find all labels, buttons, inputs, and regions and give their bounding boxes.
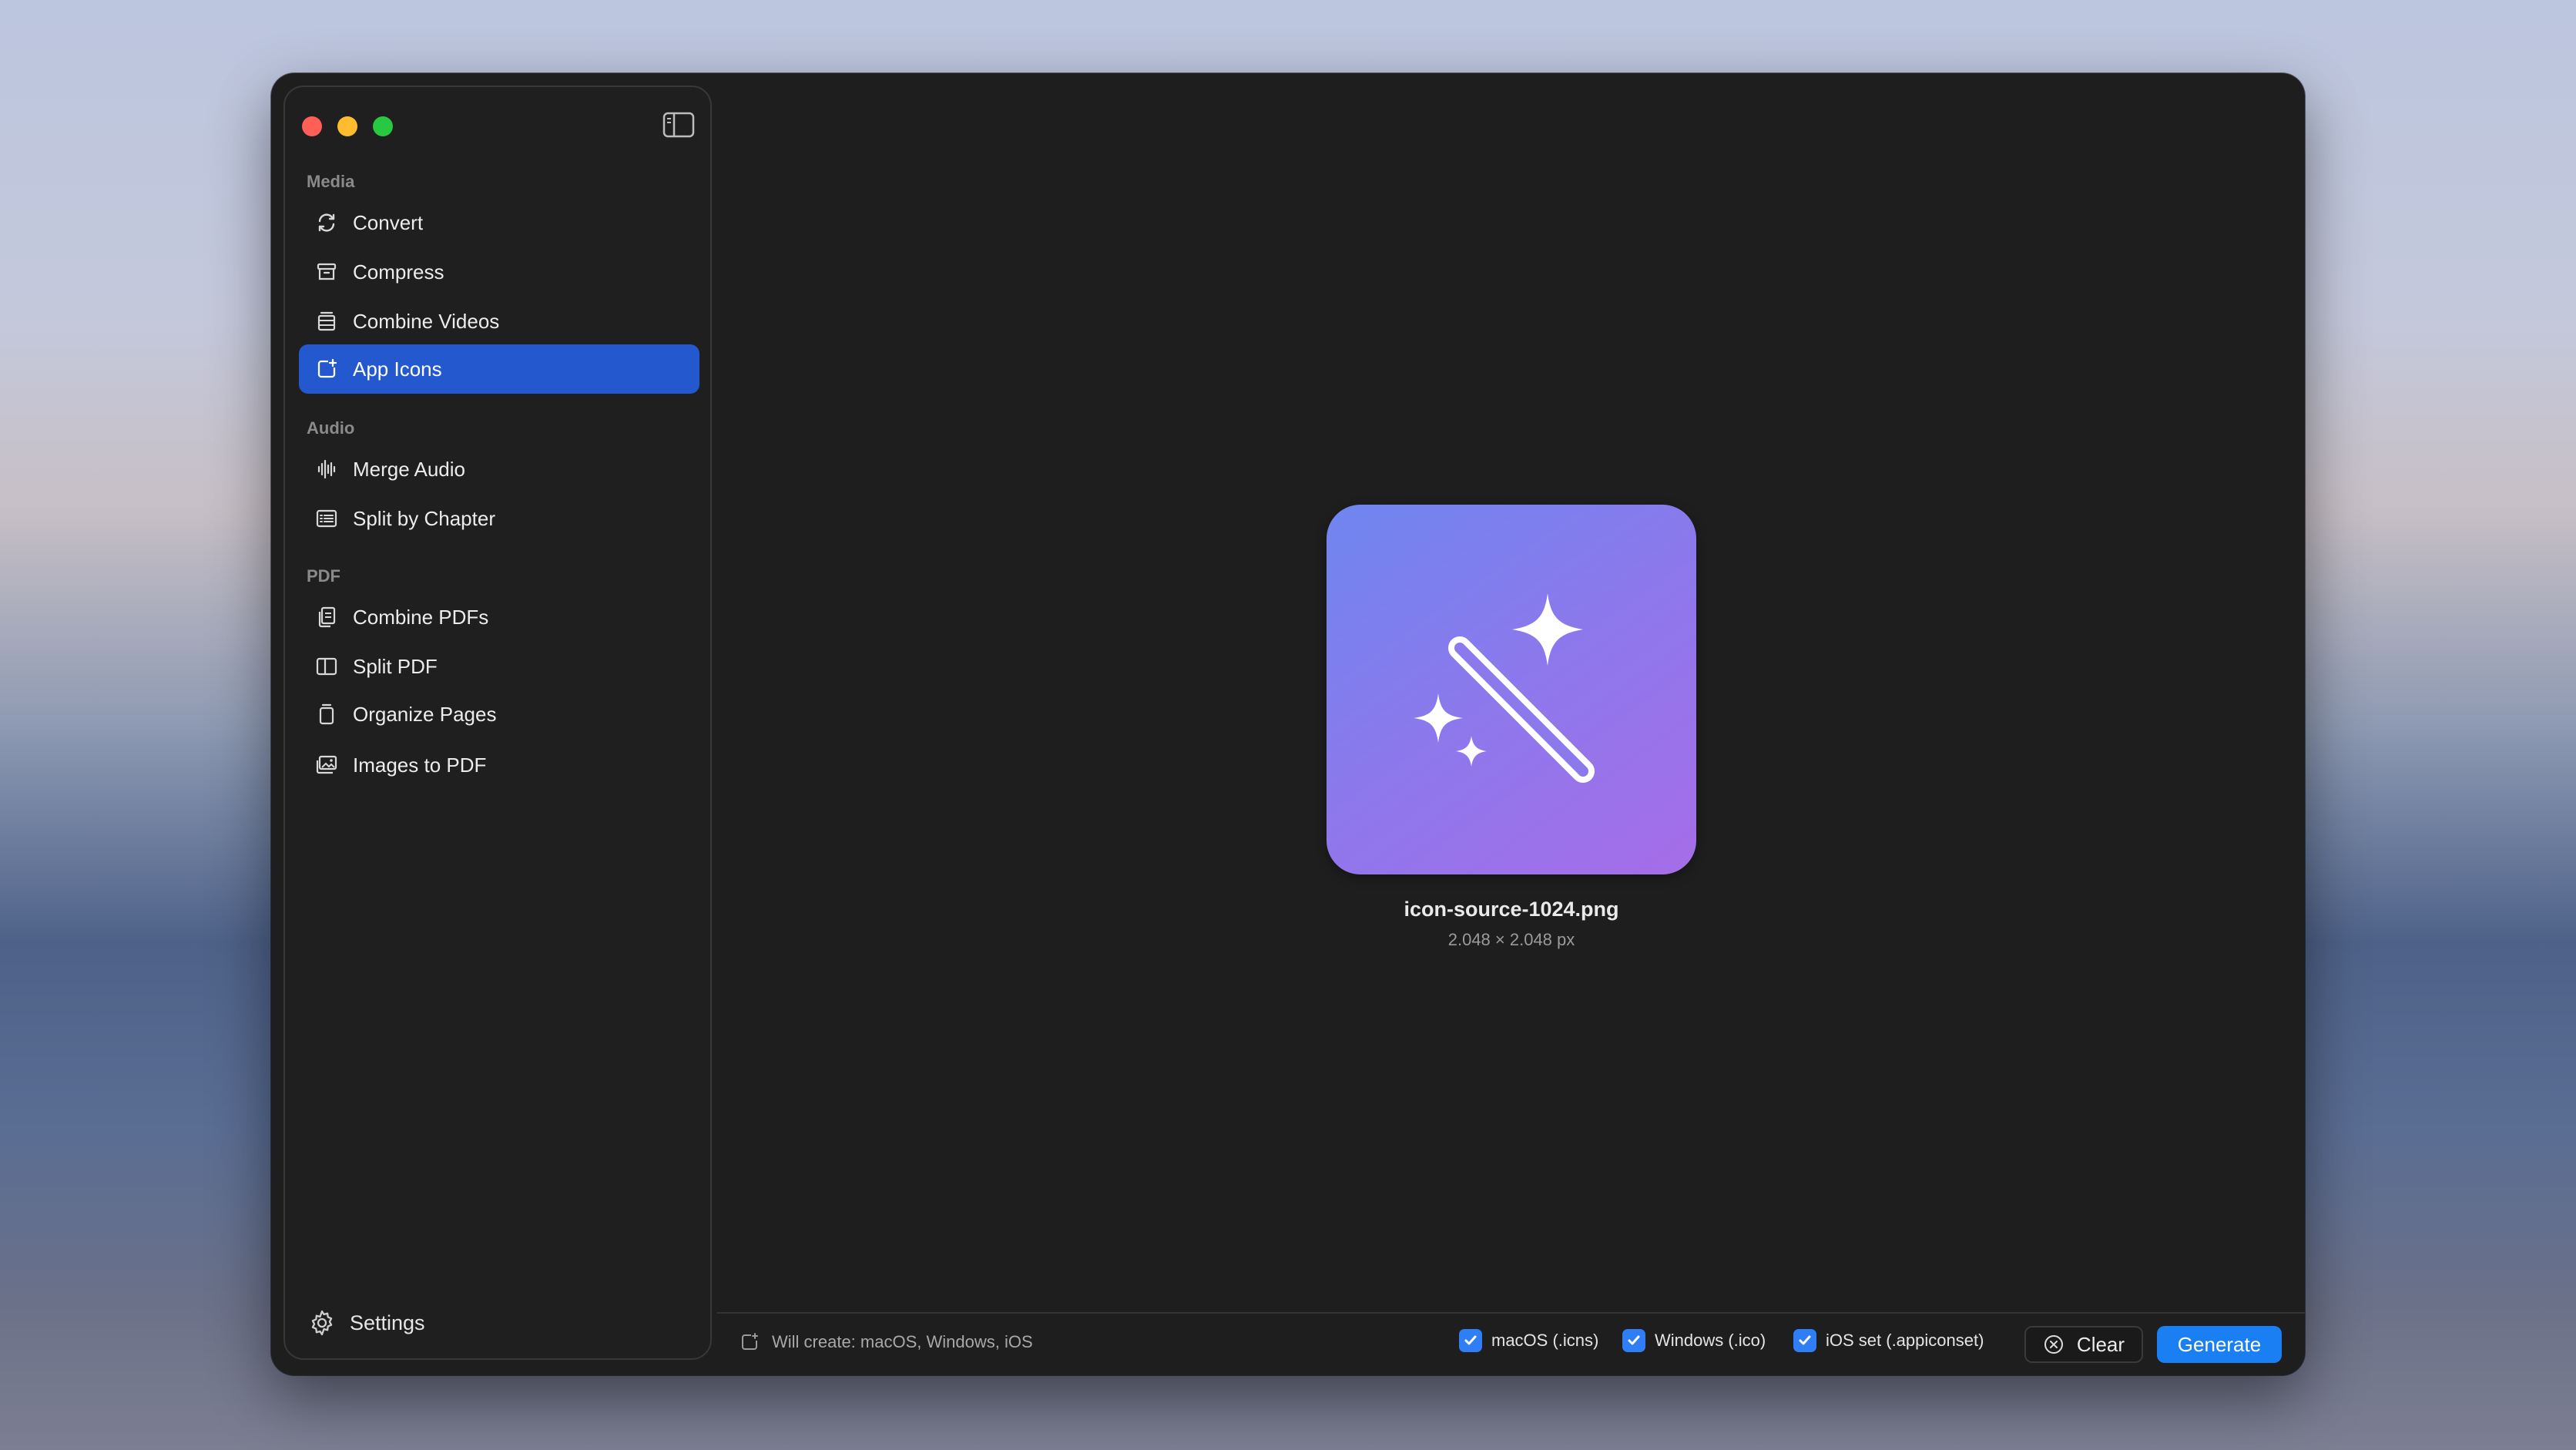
bottom-toolbar: Will create: macOS, Windows, iOS macOS (… — [716, 1312, 2305, 1375]
section-label-pdf: PDF — [307, 566, 340, 586]
gear-icon — [311, 1310, 333, 1336]
checkmark-icon — [1459, 1329, 1482, 1352]
sidebar-item-label: Combine PDFs — [353, 605, 489, 629]
sidebar-item-label: Merge Audio — [353, 457, 465, 481]
checkbox-ios[interactable]: iOS set (.appiconset) — [1793, 1329, 1984, 1352]
sidebar-item-label: Split by Chapter — [353, 506, 495, 530]
file-name: icon-source-1024.png — [1404, 898, 1619, 921]
checkbox-label: iOS set (.appiconset) — [1826, 1331, 1984, 1350]
archive-box-icon — [314, 260, 339, 284]
close-window-button[interactable] — [302, 116, 322, 136]
film-stack-icon — [314, 309, 339, 334]
app-icon-badge-icon — [314, 357, 339, 381]
section-label-media: Media — [307, 172, 355, 191]
app-window: Media Convert Compress Combine Videos Ap… — [271, 73, 2305, 1375]
generate-label: Generate — [2177, 1332, 2262, 1356]
section-label-audio: Audio — [307, 418, 355, 438]
checkbox-label: Windows (.ico) — [1655, 1331, 1766, 1350]
clear-circle-x-icon — [2044, 1335, 2063, 1354]
page-stack-icon — [314, 702, 339, 727]
clear-button[interactable]: Clear — [2024, 1326, 2143, 1363]
icon-preview-image[interactable] — [1327, 505, 1696, 874]
photos-icon — [314, 753, 339, 777]
app-icon-badge-icon — [742, 1333, 758, 1350]
sidebar-item-label: Images to PDF — [353, 753, 487, 777]
sidebar-item-split-pdf[interactable]: Split PDF — [299, 642, 699, 691]
sidebar-item-merge-audio[interactable]: Merge Audio — [299, 445, 699, 494]
chapter-list-icon — [314, 506, 339, 531]
sidebar-item-label: App Icons — [353, 357, 442, 381]
convert-icon — [314, 210, 339, 235]
will-create-text: Will create: macOS, Windows, iOS — [772, 1332, 1033, 1351]
sidebar-item-combine-pdfs[interactable]: Combine PDFs — [299, 592, 699, 642]
sidebar-item-convert[interactable]: Convert — [299, 198, 699, 247]
sidebar-item-combine-videos[interactable]: Combine Videos — [299, 297, 699, 346]
checkbox-label: macOS (.icns) — [1491, 1331, 1599, 1350]
sidebar-item-organize-pages[interactable]: Organize Pages — [299, 690, 699, 739]
generate-button[interactable]: Generate — [2157, 1326, 2282, 1363]
sidebar-toggle-icon[interactable] — [662, 112, 695, 138]
checkbox-windows[interactable]: Windows (.ico) — [1622, 1329, 1766, 1352]
sidebar-item-split-by-chapter[interactable]: Split by Chapter — [299, 494, 699, 543]
sidebar-item-app-icons[interactable]: App Icons — [299, 344, 699, 394]
checkmark-icon — [1622, 1329, 1645, 1352]
magic-wand-sparkles-icon — [1414, 593, 1595, 783]
sidebar-item-label: Organize Pages — [353, 702, 497, 726]
file-dimensions: 2.048 × 2.048 px — [1447, 930, 1575, 949]
sidebar-item-label: Compress — [353, 260, 444, 284]
sidebar-item-label: Combine Videos — [353, 309, 500, 333]
sidebar-item-compress[interactable]: Compress — [299, 247, 699, 297]
waveform-icon — [314, 457, 339, 482]
sidebar-item-label: Split PDF — [353, 654, 438, 678]
sidebar-item-images-to-pdf[interactable]: Images to PDF — [299, 740, 699, 790]
checkbox-macos[interactable]: macOS (.icns) — [1459, 1329, 1598, 1352]
zoom-window-button[interactable] — [373, 116, 393, 136]
sidebar: Media Convert Compress Combine Videos Ap… — [283, 86, 712, 1360]
settings-button[interactable]: Settings — [308, 1309, 425, 1337]
will-create-info: Will create: macOS, Windows, iOS — [740, 1332, 1033, 1352]
settings-label: Settings — [350, 1311, 425, 1334]
main-content: icon-source-1024.png 2.048 × 2.048 px Wi… — [716, 73, 2305, 1375]
minimize-window-button[interactable] — [337, 116, 357, 136]
clear-label: Clear — [2076, 1332, 2125, 1356]
split-pages-icon — [314, 654, 339, 679]
checkmark-icon — [1793, 1329, 1816, 1352]
sidebar-item-label: Convert — [353, 210, 424, 234]
documents-stack-icon — [314, 605, 339, 629]
